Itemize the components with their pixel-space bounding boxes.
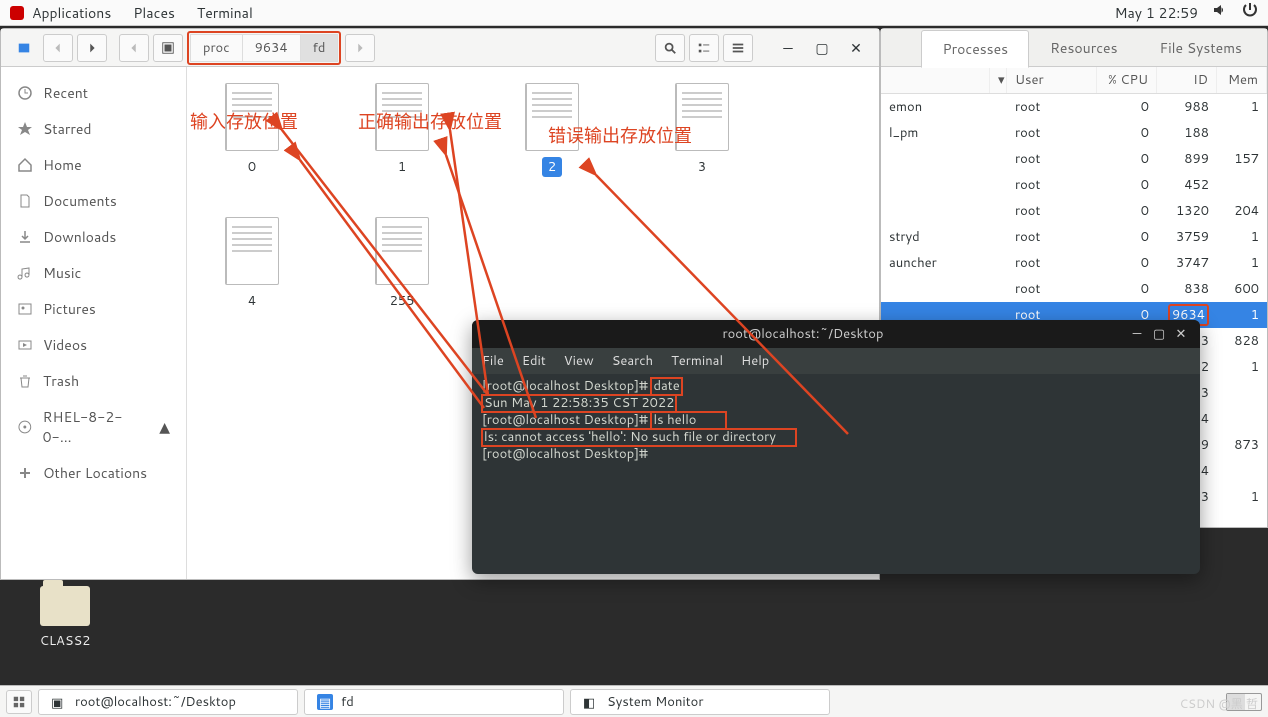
document-icon (675, 83, 729, 151)
process-row[interactable]: strydroot037591 (881, 224, 1267, 250)
terminal-line: [root@localhost Desktop]# date (482, 378, 1190, 395)
process-row[interactable]: emonroot09881 (881, 94, 1267, 120)
sidebar-recent[interactable]: Recent (1, 75, 186, 111)
sysmon-tabs: Processes Resources File Systems (881, 29, 1267, 67)
term-minimize-button[interactable]: — (1126, 325, 1148, 343)
terminal-line: Sun May 1 22:58:35 CST 2022 (482, 395, 1190, 412)
taskbar-item-terminal[interactable]: ▣root@localhost:~/Desktop (38, 689, 298, 715)
top-panel: Applications Places Terminal May 1 22:59 (0, 0, 1268, 26)
desktop-folder-label: CLASS2 (30, 632, 100, 650)
terminal-title: root@localhost:~/Desktop (480, 325, 1126, 343)
file-255[interactable]: 255 (357, 217, 447, 311)
terminal-body[interactable]: [root@localhost Desktop]# dateSun May 1 … (472, 374, 1200, 467)
clock-text[interactable]: May 1 22:59 (1115, 3, 1198, 23)
file-0[interactable]: 0 (207, 83, 297, 177)
document-icon (375, 83, 429, 151)
power-icon[interactable] (1242, 2, 1258, 23)
sidebar-videos[interactable]: Videos (1, 327, 186, 363)
watermark: CSDN @黑 哲 (1180, 695, 1258, 712)
desktop-folder-class2[interactable]: CLASS2 (30, 586, 100, 650)
window-minimize-button[interactable]: — (773, 34, 803, 62)
process-row[interactable]: root0899157 (881, 146, 1267, 172)
path-toggle-button[interactable] (153, 34, 183, 62)
tab-processes[interactable]: Processes (921, 30, 1029, 68)
breadcrumb-seg-pid[interactable]: 9634 (243, 34, 301, 62)
term-menu-search[interactable]: Search (612, 352, 653, 370)
tab-resources[interactable]: Resources (1029, 29, 1138, 67)
taskbar: ▣root@localhost:~/Desktop ▤fd ◧System Mo… (0, 685, 1268, 717)
terminal-titlebar[interactable]: root@localhost:~/Desktop — ▢ ✕ (472, 320, 1200, 348)
hamburger-button[interactable] (723, 34, 753, 62)
table-header[interactable]: ▾ User % CPU ID Mem (881, 67, 1267, 94)
document-icon (525, 83, 579, 151)
file-label: 1 (392, 157, 412, 177)
sidebar-trash[interactable]: Trash (1, 363, 186, 399)
sidebar-disk[interactable]: RHEL-8-2-0-...▲ (1, 399, 186, 455)
process-row[interactable]: l_pmroot0188 (881, 120, 1267, 146)
terminal-line: ls: cannot access 'hello': No such file … (482, 429, 1190, 446)
sidebar-downloads[interactable]: Downloads (1, 219, 186, 255)
taskbar-item-files[interactable]: ▤fd (304, 689, 564, 715)
volume-icon[interactable] (1212, 2, 1228, 23)
nav-back-button[interactable] (43, 34, 73, 62)
process-row[interactable]: root0452 (881, 172, 1267, 198)
file-4[interactable]: 4 (207, 217, 297, 311)
terminal-menubar: File Edit View Search Terminal Help (472, 348, 1200, 374)
term-menu-edit[interactable]: Edit (522, 352, 546, 370)
document-icon (375, 217, 429, 285)
tab-filesystems[interactable]: File Systems (1139, 29, 1263, 67)
fm-sidebar: Recent Starred Home Documents Downloads … (1, 67, 187, 579)
places-menu[interactable]: Places (133, 3, 175, 23)
taskbar-item-sysmon[interactable]: ◧System Monitor (570, 689, 830, 715)
sidebar-home[interactable]: Home (1, 147, 186, 183)
show-desktop-button[interactable] (6, 690, 32, 714)
term-close-button[interactable]: ✕ (1170, 325, 1192, 343)
nav-up-button[interactable] (119, 34, 149, 62)
distro-logo-icon (10, 6, 24, 20)
sidebar-documents[interactable]: Documents (1, 183, 186, 219)
folder-icon (40, 586, 90, 626)
sidebar-other[interactable]: Other Locations (1, 455, 186, 491)
search-button[interactable] (655, 34, 685, 62)
term-menu-file[interactable]: File (482, 352, 504, 370)
term-menu-help[interactable]: Help (741, 352, 769, 370)
applications-menu[interactable]: Applications (32, 3, 111, 23)
terminal-line: [root@localhost Desktop]# (482, 446, 1190, 463)
window-maximize-button[interactable]: ▢ (807, 34, 837, 62)
sidebar-music[interactable]: Music (1, 255, 186, 291)
document-icon (225, 83, 279, 151)
process-row[interactable]: root01320204 (881, 198, 1267, 224)
fm-app-icon (9, 34, 39, 62)
process-row[interactable]: auncherroot037471 (881, 250, 1267, 276)
term-maximize-button[interactable]: ▢ (1148, 325, 1170, 343)
term-menu-terminal[interactable]: Terminal (671, 352, 723, 370)
file-label: 255 (384, 291, 421, 311)
file-label: 2 (542, 157, 562, 177)
term-menu-view[interactable]: View (564, 352, 594, 370)
breadcrumb-seg-proc[interactable]: proc (190, 34, 243, 62)
monitor-icon: ◧ (583, 694, 599, 710)
file-2[interactable]: 2 (507, 83, 597, 177)
terminal-line: [root@localhost Desktop]# ls hello (482, 412, 1190, 429)
sidebar-starred[interactable]: Starred (1, 111, 186, 147)
terminal-icon: ▣ (51, 694, 67, 710)
sidebar-pictures[interactable]: Pictures (1, 291, 186, 327)
terminal-menu[interactable]: Terminal (197, 3, 253, 23)
view-list-button[interactable] (689, 34, 719, 62)
process-row[interactable]: root0838600 (881, 276, 1267, 302)
file-label: 0 (242, 157, 262, 177)
breadcrumb-seg-fd[interactable]: fd (301, 34, 339, 62)
files-icon: ▤ (317, 694, 333, 710)
document-icon (225, 217, 279, 285)
file-label: 3 (692, 157, 712, 177)
window-close-button[interactable]: ✕ (841, 34, 871, 62)
terminal-window: root@localhost:~/Desktop — ▢ ✕ File Edit… (472, 320, 1200, 574)
fm-toolbar: proc 9634 fd — ▢ ✕ (1, 29, 879, 67)
file-label: 4 (242, 291, 262, 311)
file-1[interactable]: 1 (357, 83, 447, 177)
breadcrumb-overflow-button[interactable] (345, 34, 375, 62)
nav-forward-button[interactable] (77, 34, 107, 62)
file-3[interactable]: 3 (657, 83, 747, 177)
breadcrumb: proc 9634 fd (187, 31, 341, 65)
